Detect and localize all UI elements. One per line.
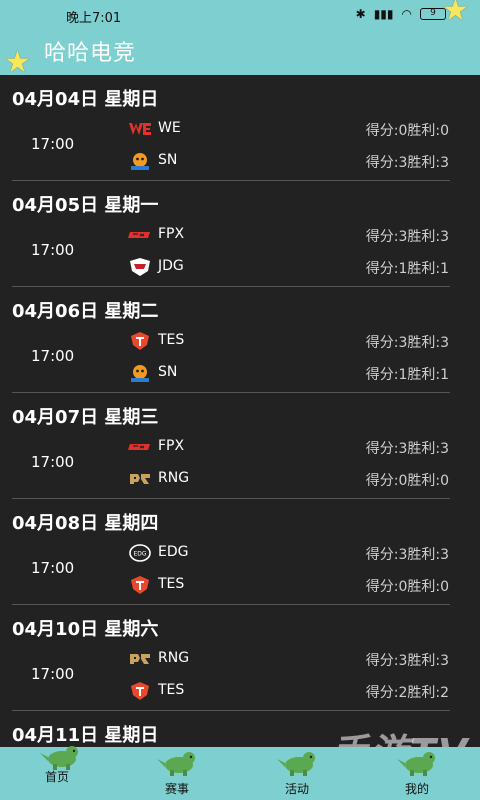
team-score: 得分:2胜利:2 bbox=[365, 685, 449, 701]
status-bar: 晚上7:01 ✱ ▮▮▮ ◠ 9 bbox=[0, 0, 480, 30]
team-name: TES bbox=[158, 576, 185, 592]
dinosaur-car-icon[interactable] bbox=[275, 747, 323, 777]
team-row[interactable]: WE 得分:0胜利:0 bbox=[128, 117, 468, 141]
team-row[interactable]: RNG 得分:0胜利:0 bbox=[128, 467, 468, 491]
edg-logo: EDG bbox=[128, 543, 152, 563]
jdg-logo bbox=[128, 257, 152, 277]
team-name: RNG bbox=[158, 470, 190, 486]
team-score: 得分:3胜利:3 bbox=[365, 229, 449, 245]
match-day[interactable]: 04月10日 星期六 17:00 RNG 得分:3胜利:3 TES 得分:2胜利:2 bbox=[0, 605, 480, 711]
match-time: 17:00 bbox=[31, 347, 75, 365]
nav-item-label[interactable]: 我的 bbox=[405, 780, 429, 797]
match-time: 17:00 bbox=[31, 241, 75, 259]
dinosaur-bike-icon[interactable] bbox=[155, 747, 203, 777]
match-date: 04月07日 星期三 bbox=[12, 407, 159, 428]
team-row[interactable]: FPX 得分:3胜利:3 bbox=[128, 223, 468, 247]
tes-logo bbox=[128, 575, 152, 595]
team-score: 得分:1胜利:1 bbox=[365, 261, 449, 277]
team-name: SN bbox=[158, 152, 178, 168]
team-row[interactable]: TES 得分:3胜利:3 bbox=[128, 329, 468, 353]
match-day[interactable]: 04月05日 星期一 17:00 FPX 得分:3胜利:3 JDG 得分:1胜利:1 bbox=[0, 181, 480, 287]
status-icons: ✱ ▮▮▮ ◠ 9 bbox=[356, 7, 446, 21]
dinosaur-icon[interactable] bbox=[38, 741, 86, 771]
match-time: 17:00 bbox=[31, 665, 75, 683]
team-score: 得分:0胜利:0 bbox=[365, 579, 449, 595]
nav-item-label[interactable]: 活动 bbox=[285, 780, 309, 797]
team-row[interactable]: EDG EDG 得分:3胜利:3 bbox=[128, 541, 468, 565]
match-time: 17:00 bbox=[31, 135, 75, 153]
rng-logo bbox=[128, 649, 152, 669]
team-row[interactable]: SN 得分:3胜利:3 bbox=[128, 149, 468, 173]
team-row[interactable]: SN 得分:1胜利:1 bbox=[128, 361, 468, 385]
team-name: WE bbox=[158, 120, 181, 136]
we-logo bbox=[128, 119, 152, 139]
fpx-logo bbox=[128, 437, 152, 457]
team-score: 得分:0胜利:0 bbox=[365, 473, 449, 489]
rng-logo bbox=[128, 469, 152, 489]
star-icon: ★ bbox=[442, 0, 469, 28]
match-date: 04月08日 星期四 bbox=[12, 513, 159, 534]
match-day[interactable]: 04月06日 星期二 17:00 TES 得分:3胜利:3 SN 得分:1胜利:1 bbox=[0, 287, 480, 393]
match-day[interactable]: 04月08日 星期四 17:00 EDG EDG 得分:3胜利:3 TES 得分:0胜利:0 bbox=[0, 499, 480, 605]
team-name: RNG bbox=[158, 650, 190, 666]
team-row[interactable]: RNG 得分:3胜利:3 bbox=[128, 647, 468, 671]
svg-text:EDG: EDG bbox=[133, 551, 146, 558]
team-score: 得分:3胜利:3 bbox=[365, 653, 449, 669]
team-row[interactable]: FPX 得分:3胜利:3 bbox=[128, 435, 468, 459]
app-header: 哈哈电竞 bbox=[0, 30, 480, 75]
match-date: 04月10日 星期六 bbox=[12, 619, 159, 640]
team-name: FPX bbox=[158, 226, 185, 242]
match-day[interactable]: 04月07日 星期三 17:00 FPX 得分:3胜利:3 RNG 得分:0胜利:0 bbox=[0, 393, 480, 499]
team-score: 得分:0胜利:0 bbox=[365, 123, 449, 139]
sn-logo bbox=[128, 151, 152, 171]
nav-item-label[interactable]: 赛事 bbox=[165, 780, 189, 797]
match-time: 17:00 bbox=[31, 559, 75, 577]
team-name: EDG bbox=[158, 544, 189, 560]
signal-icon: ▮▮▮ bbox=[373, 7, 394, 21]
team-name: SN bbox=[158, 364, 178, 380]
team-row[interactable]: JDG 得分:1胜利:1 bbox=[128, 255, 468, 279]
match-list[interactable]: 04月04日 星期日 17:00 WE 得分:0胜利:0 SN 得分:3胜利:3 04月05… bbox=[0, 75, 480, 747]
status-time: 晚上7:01 bbox=[66, 11, 122, 26]
page-title: 哈哈电竞 bbox=[44, 41, 137, 66]
team-score: 得分:3胜利:3 bbox=[365, 335, 449, 351]
team-score: 得分:1胜利:1 bbox=[365, 367, 449, 383]
team-row[interactable]: TES 得分:0胜利:0 bbox=[128, 573, 468, 597]
wifi-icon: ◠ bbox=[401, 7, 412, 21]
match-date: 04月05日 星期一 bbox=[12, 195, 159, 216]
dinosaur-icon[interactable] bbox=[395, 747, 443, 777]
team-name: TES bbox=[158, 682, 185, 698]
bottom-nav: 首页赛事 活动 我的 bbox=[0, 746, 480, 800]
match-date: 04月06日 星期二 bbox=[12, 301, 159, 322]
team-score: 得分:3胜利:3 bbox=[365, 547, 449, 563]
fpx-logo bbox=[128, 225, 152, 245]
sn-logo bbox=[128, 363, 152, 383]
nav-item-label[interactable]: 首页 bbox=[45, 768, 69, 785]
match-time: 17:00 bbox=[31, 453, 75, 471]
tes-logo bbox=[128, 681, 152, 701]
team-row[interactable]: TES 得分:2胜利:2 bbox=[128, 679, 468, 703]
team-name: TES bbox=[158, 332, 185, 348]
team-name: FPX bbox=[158, 438, 185, 454]
match-day[interactable]: 04月04日 星期日 17:00 WE 得分:0胜利:0 SN 得分:3胜利:3 bbox=[0, 75, 480, 181]
match-date: 04月04日 星期日 bbox=[12, 89, 159, 110]
team-score: 得分:3胜利:3 bbox=[365, 155, 449, 171]
bluetooth-icon: ✱ bbox=[355, 7, 366, 21]
star-icon: ★ bbox=[4, 45, 31, 80]
team-score: 得分:3胜利:3 bbox=[365, 441, 449, 457]
team-name: JDG bbox=[158, 258, 184, 274]
tes-logo bbox=[128, 331, 152, 351]
